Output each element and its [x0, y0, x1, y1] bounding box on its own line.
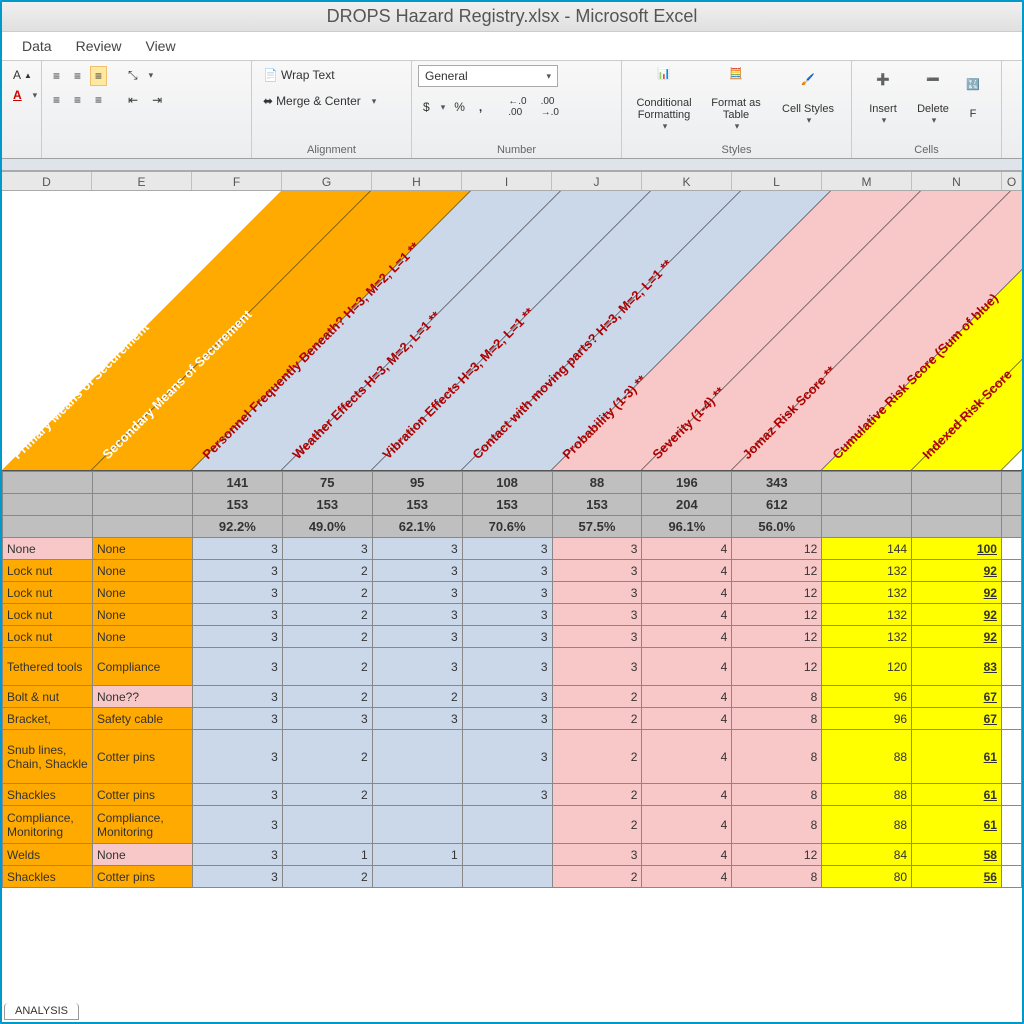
- col-header-D[interactable]: D: [2, 172, 92, 190]
- orientation-icon[interactable]: ⤡: [123, 65, 143, 86]
- diagonal-headers: Primary Means of Securement*Secondary Me…: [2, 191, 1022, 471]
- alignment-label: Alignment: [258, 142, 405, 156]
- tab-data[interactable]: Data: [22, 38, 52, 54]
- conditional-formatting-button[interactable]: 📊 Conditional Formatting▾: [628, 65, 700, 133]
- col-header-H[interactable]: H: [372, 172, 462, 190]
- table-row[interactable]: Bolt & nutNone??32232489667: [3, 686, 1022, 708]
- cells-label: Cells: [858, 142, 995, 156]
- ribbon: A▲ A▾ ≡ ≡ ≡ ⤡▾ ≡ ≡ ≡ ⇤ ⇥ 📄 Wrap Text ⬌ M…: [2, 61, 1022, 159]
- col-header-L[interactable]: L: [732, 172, 822, 190]
- delete-icon: ➖: [919, 73, 947, 101]
- align-right-icon[interactable]: ≡: [90, 90, 107, 110]
- percent-icon[interactable]: %: [449, 97, 470, 117]
- column-headers: DEFGHIJKLMNO: [2, 171, 1022, 191]
- title-bar: DROPS Hazard Registry.xlsx - Microsoft E…: [2, 2, 1022, 32]
- insert-icon: ➕: [869, 73, 897, 101]
- tab-review[interactable]: Review: [76, 38, 122, 54]
- cell-styles-button[interactable]: 🖌️ Cell Styles▾: [772, 65, 844, 133]
- col-header-N[interactable]: N: [912, 172, 1002, 190]
- table-row[interactable]: ShacklesCotter pins322488056: [3, 866, 1022, 888]
- number-format-select[interactable]: General▾: [418, 65, 558, 87]
- col-header-K[interactable]: K: [642, 172, 732, 190]
- table-row[interactable]: Tethered toolsCompliance3233341212083: [3, 648, 1022, 686]
- delete-button[interactable]: ➖ Delete▾: [908, 65, 958, 133]
- col-header-O[interactable]: O: [1002, 172, 1022, 190]
- home-tabs: Data Review View: [2, 32, 1022, 61]
- worksheet-tabs[interactable]: ANALYSIS: [4, 1003, 79, 1020]
- col-header-E[interactable]: E: [92, 172, 192, 190]
- table-row[interactable]: WeldsNone31134128458: [3, 844, 1022, 866]
- table-row[interactable]: Compliance, MonitoringCompliance, Monito…: [3, 806, 1022, 844]
- align-middle-icon[interactable]: ≡: [69, 66, 86, 86]
- align-top-icon[interactable]: ≡: [48, 66, 65, 86]
- merge-center-button[interactable]: ⬌ Merge & Center: [258, 91, 366, 111]
- table-row[interactable]: Lock nutNone3233341213292: [3, 604, 1022, 626]
- col-header-F[interactable]: F: [192, 172, 282, 190]
- align-left-icon[interactable]: ≡: [48, 90, 65, 110]
- currency-icon[interactable]: $: [418, 97, 435, 117]
- col-header-I[interactable]: I: [462, 172, 552, 190]
- styles-icon: 🖌️: [794, 73, 822, 101]
- col-header-M[interactable]: M: [822, 172, 912, 190]
- table-row[interactable]: Lock nutNone3233341213292: [3, 560, 1022, 582]
- number-label: Number: [418, 142, 615, 156]
- decrease-decimal-icon[interactable]: .00→.0: [536, 93, 564, 121]
- wrap-text-button[interactable]: 📄 Wrap Text: [258, 65, 340, 85]
- col-header-G[interactable]: G: [282, 172, 372, 190]
- table-row[interactable]: Lock nutNone3233341213292: [3, 582, 1022, 604]
- table-row[interactable]: Lock nutNone3233341213292: [3, 626, 1022, 648]
- sheet-tab-analysis[interactable]: ANALYSIS: [4, 1003, 79, 1020]
- format-icon: 🔣: [959, 78, 987, 106]
- font-color-button[interactable]: A: [8, 85, 27, 105]
- increase-indent-icon[interactable]: ⇥: [147, 90, 167, 110]
- col-header-J[interactable]: J: [552, 172, 642, 190]
- table-row[interactable]: NoneNone33333412144100: [3, 538, 1022, 560]
- table-row[interactable]: Bracket,Safety cable33332489667: [3, 708, 1022, 730]
- increase-decimal-icon[interactable]: ←.0.00: [503, 93, 531, 121]
- format-as-table-button[interactable]: 🧮 Format as Table▾: [700, 65, 772, 133]
- comma-icon[interactable]: ,: [474, 97, 487, 117]
- align-center-icon[interactable]: ≡: [69, 90, 86, 110]
- grid-area[interactable]: DEFGHIJKLMNO Primary Means of Securement…: [2, 171, 1022, 888]
- decrease-indent-icon[interactable]: ⇤: [123, 90, 143, 110]
- align-bottom-icon[interactable]: ≡: [90, 66, 107, 86]
- table-row[interactable]: ShacklesCotter pins3232488861: [3, 784, 1022, 806]
- conditional-formatting-icon: 📊: [650, 67, 678, 95]
- data-table[interactable]: 1417595108881963431531531531531532046129…: [2, 471, 1022, 888]
- font-grow-button[interactable]: A▲: [8, 65, 37, 85]
- tab-view[interactable]: View: [145, 38, 175, 54]
- format-button[interactable]: 🔣 F: [958, 65, 988, 133]
- table-row[interactable]: Snub lines, Chain, ShackleCotter pins323…: [3, 730, 1022, 784]
- table-icon: 🧮: [722, 67, 750, 95]
- styles-label: Styles: [628, 142, 845, 156]
- insert-button[interactable]: ➕ Insert▾: [858, 65, 908, 133]
